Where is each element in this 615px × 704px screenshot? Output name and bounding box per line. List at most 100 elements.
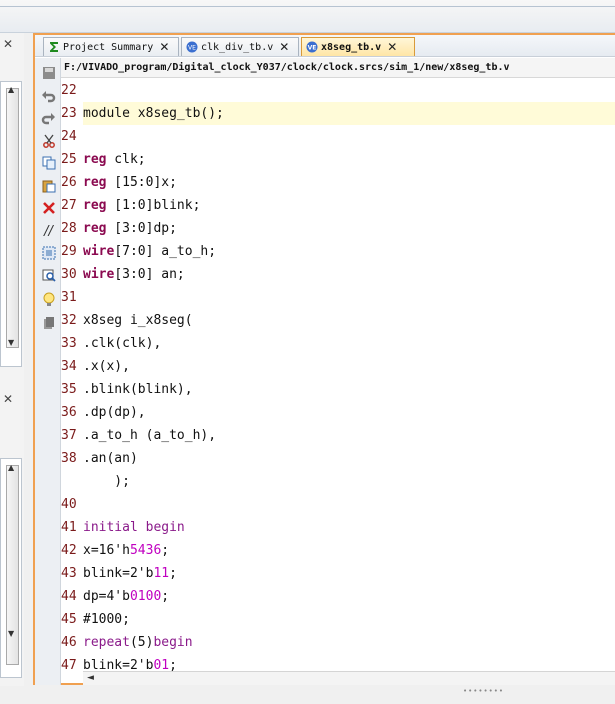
horizontal-scrollbar[interactable]: ◄ [83,671,615,685]
code-token: [3:0] an; [114,267,185,282]
code-token: x8seg i_x8seg( [83,313,193,328]
code-line[interactable]: x8seg i_x8seg( [83,309,615,332]
code-text: wire[7:0] a_to_h; [83,240,216,263]
bookmark-icon[interactable] [40,314,57,331]
line-number: 46 [61,635,77,650]
code-text: reg [1:0]blink; [83,194,200,217]
code-line[interactable]: blink=2'b01; [83,654,615,671]
code-token: clk; [106,152,146,167]
code-line[interactable]: wire[3:0] an; [83,263,615,286]
comment-icon[interactable]: // [40,223,57,240]
number-literal: 5436 [129,543,162,558]
code-text: .x(x), [83,355,130,378]
left-docked-panels: ✕ ▲ ▼ ✕ ▲ ▼ [0,33,24,704]
paste-icon[interactable] [40,177,57,194]
code-line[interactable] [83,125,615,148]
code-token: blink=2'b [83,566,154,581]
code-token: ; [169,566,177,581]
tab-project-summary[interactable]: Project Summary ✕ [43,37,179,56]
scroll-down-icon[interactable]: ▼ [8,629,14,638]
code-token: #1000; [83,612,130,627]
code-line[interactable]: #1000; [83,608,615,631]
copy-icon[interactable] [40,154,57,171]
code-line[interactable]: .blink(blink), [83,378,615,401]
close-icon[interactable]: ✕ [0,391,16,407]
code-text: ); [83,470,130,493]
close-icon[interactable]: ✕ [0,36,16,52]
verilog-file-icon: VE [186,41,198,53]
scroll-left-icon[interactable]: ◄ [87,673,94,683]
code-line[interactable]: .a_to_h (a_to_h), [83,424,615,447]
code-line[interactable]: module x8seg_tb(); [83,102,615,125]
code-line[interactable] [83,286,615,309]
code-line[interactable]: .clk(clk), [83,332,615,355]
code-text: .dp(dp), [83,401,146,424]
resize-grip-icon[interactable]: •••••••• [463,687,504,695]
scroll-up-icon[interactable]: ▲ [8,463,14,472]
code-line[interactable] [83,493,615,516]
top-toolbar [0,0,615,33]
code-line[interactable] [83,79,615,102]
code-text: .an(an) [83,447,138,470]
number-literal: 11 [153,566,170,581]
code-text: initial begin [83,516,185,539]
code-line[interactable]: initial begin [83,516,615,539]
keyword: initial begin [83,520,185,535]
line-number: 43 [61,566,77,581]
tab-clk-div-tb[interactable]: VE clk_div_tb.v ✕ [181,37,299,56]
scroll-up-icon[interactable]: ▲ [8,85,14,94]
code-token: [7:0] a_to_h; [114,244,217,259]
line-number: 35 [61,382,77,397]
sigma-icon [48,41,60,53]
code-token: dp=4'b [83,589,130,604]
line-number: 22 [61,83,77,98]
line-number: 41 [61,520,77,535]
bulb-icon[interactable] [40,291,57,308]
code-text: blink=2'b11; [83,562,177,585]
status-strip [0,686,615,704]
code-line[interactable]: reg [1:0]blink; [83,194,615,217]
scroll-down-icon[interactable]: ▼ [8,338,14,347]
undo-icon[interactable] [40,87,57,104]
keyword: wire [83,267,115,282]
code-line[interactable]: .an(an) [83,447,615,470]
keyword: reg [83,221,107,236]
svg-text:VE: VE [188,45,196,52]
code-text: reg [3:0]dp; [83,217,177,240]
save-icon[interactable] [40,64,57,81]
code-token: [3:0]dp; [106,221,177,236]
delete-icon[interactable] [40,199,57,216]
code-token: ; [161,589,170,604]
code-line[interactable]: repeat(5)begin [83,631,615,654]
code-line[interactable]: reg [15:0]x; [83,171,615,194]
close-icon[interactable]: ✕ [159,40,169,54]
vertical-scrollbar[interactable] [6,88,19,348]
code-line[interactable]: reg [3:0]dp; [83,217,615,240]
redo-icon[interactable] [40,109,57,126]
line-number: 40 [61,497,77,512]
code-line[interactable]: ); [83,470,615,493]
find-icon[interactable] [40,266,57,283]
line-number: 38 [61,451,77,466]
code-token: .clk(clk), [83,336,162,351]
code-area[interactable]: module x8seg_tb(); reg clk; reg [15:0]x; re… [83,79,615,671]
code-token: .an(an) [83,451,138,466]
code-token: (5) [129,635,154,650]
line-number: 23 [61,106,77,121]
code-line[interactable]: x=16'h5436; [83,539,615,562]
close-icon[interactable]: ✕ [387,40,397,54]
code-text: reg clk; [83,148,146,171]
code-line[interactable]: blink=2'b11; [83,562,615,585]
code-line[interactable]: .dp(dp), [83,401,615,424]
line-number: 32 [61,313,77,328]
code-line[interactable]: dp=4'b0100; [83,585,615,608]
keyword: reg [83,198,107,213]
code-token: .a_to_h (a_to_h), [83,428,217,443]
cut-icon[interactable] [40,132,57,149]
code-line[interactable]: .x(x), [83,355,615,378]
close-icon[interactable]: ✕ [279,40,289,54]
code-line[interactable]: reg clk; [83,148,615,171]
tab-x8seg-tb[interactable]: VE x8seg_tb.v ✕ [301,37,415,56]
select-all-icon[interactable] [40,244,57,261]
code-line[interactable]: wire[7:0] a_to_h; [83,240,615,263]
